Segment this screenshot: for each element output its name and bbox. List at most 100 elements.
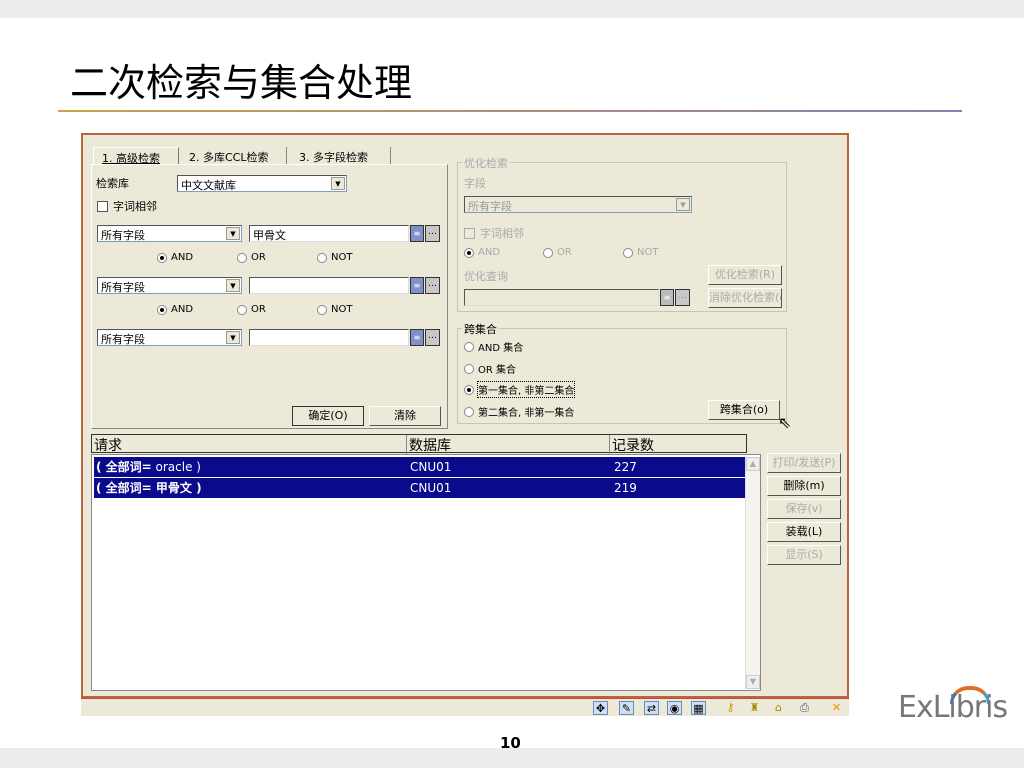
cross-set-button[interactable]: 跨集合(o) xyxy=(708,400,780,420)
refine-query-label: 优化查询 xyxy=(464,270,508,283)
slide-title: 二次检索与集合处理 xyxy=(70,61,413,105)
option-label: AND 集合 xyxy=(478,343,524,354)
group-title: 跨集合 xyxy=(462,321,499,337)
request-term: 甲骨文 ) xyxy=(151,481,202,495)
cross-or[interactable]: OR 集合 xyxy=(464,361,516,376)
list-icon[interactable]: ≡ xyxy=(410,277,424,294)
key-icon[interactable]: ⚷ xyxy=(723,701,738,715)
term-input-3[interactable] xyxy=(249,329,409,346)
chevron-down-icon: ▼ xyxy=(226,331,240,344)
op-label: AND xyxy=(171,252,194,263)
globe-icon[interactable]: ◉ xyxy=(667,701,682,715)
op2-or[interactable]: OR xyxy=(237,304,266,315)
scroll-up-icon[interactable]: ▲ xyxy=(746,457,760,471)
search-window: 1. 高级检索 2. 多库CCL检索 3. 多字段检索 检索库 中文文献库 ▼ 字… xyxy=(81,133,849,698)
exlibris-logo: ExLibris xyxy=(898,690,1008,725)
clear-button[interactable]: 清除 xyxy=(369,406,441,426)
list-icon[interactable]: ≡ xyxy=(660,289,674,306)
refine-and[interactable]: AND xyxy=(464,247,500,258)
list-icon[interactable]: ≡ xyxy=(410,329,424,346)
checkbox-box xyxy=(97,200,108,212)
marc-icon[interactable]: ✎ xyxy=(619,701,634,715)
results-list: ( 全部词= oracle ) CNU01 227 ( 全部词= 甲骨文 ) C… xyxy=(91,454,761,691)
navigate-icon[interactable]: ✥ xyxy=(593,701,608,715)
cross-first-not-second[interactable]: 第一集合, 非第二集合 xyxy=(464,381,576,398)
op2-and[interactable]: AND xyxy=(157,304,193,315)
cross-second-not-first[interactable]: 第二集合, 非第一集合 xyxy=(464,404,574,419)
building-icon[interactable]: ⌂ xyxy=(771,701,786,715)
more-button[interactable]: … xyxy=(425,277,440,294)
adjacent-checkbox[interactable]: 字词相邻 xyxy=(97,198,157,214)
cross-set-group: 跨集合 AND 集合 OR 集合 第一集合, 非第二集合 第二集合, 非第一集合… xyxy=(457,321,787,424)
library-icon[interactable]: ♜ xyxy=(747,701,762,715)
col-count[interactable]: 记录数 xyxy=(609,435,654,455)
page-number: 10 xyxy=(500,734,521,752)
refine-search-button[interactable]: 优化检索(R) xyxy=(708,265,782,285)
refine-field-select[interactable]: 所有字段 ▼ xyxy=(464,196,692,213)
col-request[interactable]: 请求 xyxy=(94,435,122,455)
db-select[interactable]: 中文文献库 ▼ xyxy=(177,175,347,192)
more-button[interactable]: … xyxy=(425,225,440,242)
cross-and[interactable]: AND 集合 xyxy=(464,339,523,354)
refine-or[interactable]: OR xyxy=(543,247,572,258)
refine-not[interactable]: NOT xyxy=(623,247,658,258)
request-prefix: ( 全部词= xyxy=(96,481,152,495)
chevron-down-icon: ▼ xyxy=(331,177,345,190)
db-label: 检索库 xyxy=(96,177,129,190)
scroll-down-icon[interactable]: ▼ xyxy=(746,675,760,689)
term-input-2[interactable] xyxy=(249,277,409,294)
refine-field-label: 字段 xyxy=(464,177,486,190)
printer-icon[interactable]: ⎙ xyxy=(797,701,812,715)
refine-adjacent-checkbox[interactable]: 字词相邻 xyxy=(464,225,524,241)
tab-multi-db-ccl[interactable]: 2. 多库CCL检索 xyxy=(181,147,287,165)
op-label: NOT xyxy=(637,247,659,258)
close-icon[interactable]: ✕ xyxy=(829,701,844,715)
op1-or[interactable]: OR xyxy=(237,252,266,263)
op-label: AND xyxy=(478,247,501,258)
top-band xyxy=(0,0,1024,18)
chevron-down-icon: ▼ xyxy=(226,227,240,240)
request-term: oracle ) xyxy=(151,460,201,474)
op1-not[interactable]: NOT xyxy=(317,252,352,263)
term-input-1[interactable]: 甲骨文 xyxy=(249,225,409,242)
chevron-down-icon: ▼ xyxy=(226,279,240,292)
field-select-2[interactable]: 所有字段 ▼ xyxy=(97,277,242,294)
field-select-1[interactable]: 所有字段 ▼ xyxy=(97,225,242,242)
adjacent-label: 字词相邻 xyxy=(113,200,157,213)
save-button[interactable]: 保存(v) xyxy=(767,499,841,519)
field-select-3[interactable]: 所有字段 ▼ xyxy=(97,329,242,346)
advanced-search-panel: 检索库 中文文献库 ▼ 字词相邻 所有字段 ▼ 甲骨文 ≡ … AND OR NOT… xyxy=(91,164,448,429)
results-scrollbar[interactable]: ▲ ▼ xyxy=(745,457,760,689)
row-db: CNU01 xyxy=(410,481,452,495)
more-button[interactable]: … xyxy=(675,289,690,306)
table-row[interactable]: ( 全部词= oracle ) CNU01 227 xyxy=(94,457,746,477)
display-button[interactable]: 显示(S) xyxy=(767,545,841,565)
load-button[interactable]: 装载(L) xyxy=(767,522,841,542)
field-value: 所有字段 xyxy=(101,281,145,294)
op1-and[interactable]: AND xyxy=(157,252,193,263)
db-value: 中文文献库 xyxy=(181,179,236,192)
refine-query-input[interactable] xyxy=(464,289,659,306)
calendar-icon[interactable]: ▦ xyxy=(691,701,706,715)
row-count: 227 xyxy=(614,460,637,474)
mouse-cursor-icon: ⇖ xyxy=(778,413,792,432)
tab-multi-field[interactable]: 3. 多字段检索 xyxy=(291,147,391,165)
print-send-button[interactable]: 打印/发送(P) xyxy=(767,453,841,473)
delete-button[interactable]: 删除(m) xyxy=(767,476,841,496)
field-value: 所有字段 xyxy=(468,200,512,213)
op2-not[interactable]: NOT xyxy=(317,304,352,315)
field-value: 所有字段 xyxy=(101,229,145,242)
remove-refine-button[interactable]: 消除优化检索(e) xyxy=(708,288,782,308)
tab-advanced-search[interactable]: 1. 高级检索 xyxy=(93,147,179,165)
op-label: OR xyxy=(557,247,572,258)
table-row[interactable]: ( 全部词= 甲骨文 ) CNU01 219 xyxy=(94,478,746,498)
op-label: NOT xyxy=(331,304,353,315)
arrows-icon[interactable]: ⇄ xyxy=(644,701,659,715)
group-title: 优化检索 xyxy=(462,155,510,171)
ok-button[interactable]: 确定(O) xyxy=(292,406,364,426)
list-icon[interactable]: ≡ xyxy=(410,225,424,242)
col-database[interactable]: 数据库 xyxy=(406,435,451,455)
op-label: NOT xyxy=(331,252,353,263)
more-button[interactable]: … xyxy=(425,329,440,346)
row-db: CNU01 xyxy=(410,460,452,474)
